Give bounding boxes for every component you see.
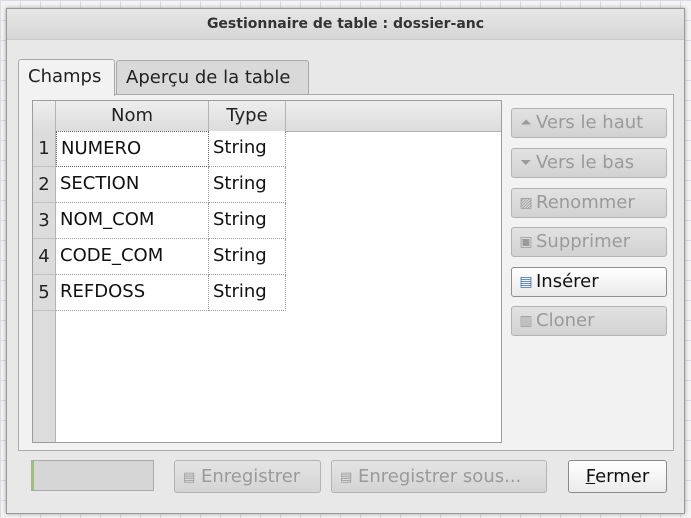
fields-table: Nom Type 1 NUMERO String 2 SECTION Strin… — [32, 100, 502, 443]
column-header-type[interactable]: Type — [209, 101, 286, 131]
table-manager-dialog: Gestionnaire de table : dossier-anc Aper… — [6, 8, 685, 514]
save-icon: ▤ — [183, 470, 196, 485]
tab-apercu-table[interactable]: Aperçu de la table — [116, 60, 309, 95]
table-row[interactable]: 4 CODE_COM String — [33, 239, 288, 275]
table-row[interactable]: 1 NUMERO String — [33, 131, 288, 167]
save-label: Enregistrer — [201, 466, 301, 487]
field-name-cell[interactable]: REFDOSS — [56, 275, 209, 311]
delete-button[interactable]: ▣ Supprimer — [511, 227, 667, 257]
row-number[interactable]: 1 — [33, 131, 55, 167]
rename-icon: ▨ — [519, 195, 533, 211]
clone-label: Cloner — [536, 310, 595, 331]
insert-button[interactable]: ▤ Insérer — [511, 267, 667, 297]
row-number[interactable]: 4 — [33, 239, 55, 275]
table-row[interactable]: 3 NOM_COM String — [33, 203, 288, 239]
insert-icon: ▤ — [519, 274, 533, 290]
progress-fill — [32, 461, 35, 490]
move-up-button[interactable]: ⏶ Vers le haut — [511, 108, 667, 138]
close-mnemonic: F — [585, 466, 596, 487]
close-button[interactable]: Fermer — [568, 460, 667, 493]
move-down-label: Vers le bas — [536, 152, 635, 173]
clone-icon: ▥ — [519, 313, 533, 329]
window-title: Gestionnaire de table : dossier-anc — [7, 9, 684, 40]
clone-button[interactable]: ▥ Cloner — [511, 306, 667, 336]
corner-header — [33, 101, 56, 131]
insert-label: Insérer — [536, 271, 599, 292]
save-button[interactable]: ▤ Enregistrer — [174, 460, 321, 493]
field-type-cell[interactable]: String — [209, 275, 286, 311]
column-header-nom[interactable]: Nom — [56, 101, 209, 131]
move-down-button[interactable]: ⏷ Vers le bas — [511, 148, 667, 178]
row-number[interactable]: 3 — [33, 203, 55, 239]
rename-label: Renommer — [536, 192, 635, 213]
save-as-button[interactable]: ▤ Enregistrer sous... — [331, 460, 547, 493]
field-name-cell[interactable]: SECTION — [56, 167, 209, 203]
move-up-label: Vers le haut — [536, 112, 644, 133]
table-row[interactable]: 2 SECTION String — [33, 167, 288, 203]
delete-label: Supprimer — [536, 231, 631, 252]
delete-icon: ▣ — [519, 234, 533, 250]
field-type-cell[interactable]: String — [209, 239, 286, 275]
fields-tab-panel: Nom Type 1 NUMERO String 2 SECTION Strin… — [18, 94, 674, 451]
close-label: ermer — [595, 466, 650, 487]
row-number[interactable]: 2 — [33, 167, 55, 203]
down-triangle-icon: ⏷ — [520, 155, 532, 171]
up-triangle-icon: ⏶ — [520, 115, 532, 131]
field-type-cell[interactable]: String — [209, 203, 286, 239]
field-type-cell[interactable]: String — [209, 131, 286, 167]
tab-champs[interactable]: Champs — [18, 59, 115, 96]
field-name-cell[interactable]: CODE_COM — [56, 239, 209, 275]
table-header: Nom Type — [33, 101, 501, 132]
field-name-cell[interactable]: NOM_COM — [56, 203, 209, 239]
row-number[interactable]: 5 — [33, 275, 55, 311]
field-name-cell[interactable]: NUMERO — [56, 131, 209, 167]
save-as-icon: ▤ — [340, 470, 353, 485]
field-type-cell[interactable]: String — [209, 167, 286, 203]
progress-bar — [31, 460, 154, 491]
table-row[interactable]: 5 REFDOSS String — [33, 275, 288, 311]
rename-button[interactable]: ▨ Renommer — [511, 188, 667, 218]
save-as-label: Enregistrer sous... — [358, 466, 522, 487]
